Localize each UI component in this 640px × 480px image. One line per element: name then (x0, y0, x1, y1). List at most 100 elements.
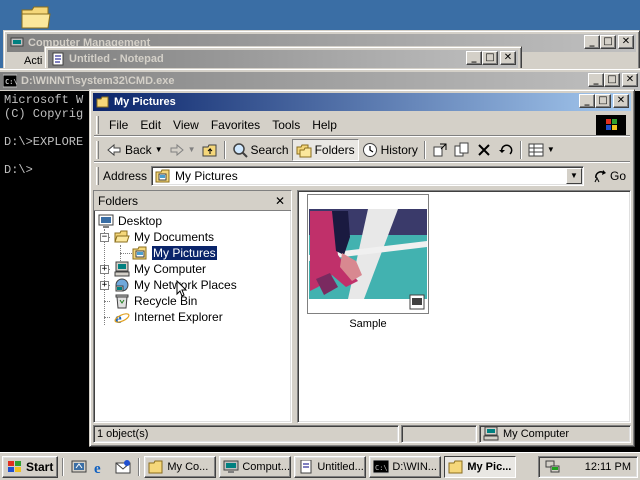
delete-button[interactable] (473, 139, 495, 161)
views-dropdown-icon[interactable]: ▼ (547, 145, 555, 154)
task-my-computer[interactable]: My Co... (144, 455, 217, 478)
views-button[interactable]: ▼ (525, 139, 558, 161)
windows-logo-icon (596, 115, 626, 135)
copy-to-button[interactable] (451, 139, 473, 161)
file-name-label[interactable]: Sample (307, 318, 429, 330)
tree-item-my-computer[interactable]: My Computer (114, 261, 206, 277)
network-tray-icon[interactable] (545, 460, 561, 474)
tree-item-internet-explorer[interactable]: e Internet Explorer (114, 309, 223, 325)
notepad-icon (300, 459, 312, 473)
views-icon (528, 143, 544, 156)
search-icon (232, 142, 248, 158)
standard-toolbar: Back ▼ ▼ Search Folders History ▼ (94, 138, 630, 162)
back-button[interactable]: Back ▼ (103, 139, 166, 161)
maximize-button[interactable]: □ (482, 51, 498, 65)
task-computer-management[interactable]: Comput... (219, 455, 292, 478)
menu-edit[interactable]: Edit (134, 116, 167, 134)
desktop-icon (98, 214, 114, 228)
partial-text: Acti (24, 55, 43, 67)
menu-tools[interactable]: Tools (266, 116, 306, 134)
address-input[interactable]: My Pictures ▼ (151, 166, 584, 186)
task-label: Untitled... (317, 460, 364, 473)
menu-help[interactable]: Help (306, 116, 343, 134)
tree-item-my-pictures[interactable]: My Pictures (132, 245, 218, 261)
ie-quicklaunch-icon[interactable]: e (93, 459, 109, 475)
status-object-count: 1 object(s) (93, 425, 399, 443)
expand-toggle[interactable]: + (100, 281, 109, 290)
addressbar-grip[interactable] (96, 167, 99, 185)
computer-icon (483, 427, 499, 441)
forward-dropdown-icon[interactable]: ▼ (188, 145, 196, 154)
my-pictures-window[interactable]: My Pictures _ □ ✕ File Edit View Favorit… (89, 89, 635, 447)
go-label: Go (609, 169, 626, 183)
maximize-button[interactable]: □ (604, 73, 620, 87)
cmd-icon: C:\ (373, 459, 390, 473)
close-button[interactable]: ✕ (618, 35, 634, 49)
status-bar: 1 object(s) My Computer (93, 423, 631, 443)
explorer-titlebar[interactable]: My Pictures (93, 93, 631, 111)
folder-icon (96, 96, 109, 108)
desktop-folder-icon[interactable] (20, 2, 52, 30)
task-cmd[interactable]: C:\ D:\WIN... (369, 455, 442, 478)
show-desktop-icon[interactable] (71, 459, 87, 475)
tree-item-desktop[interactable]: Desktop (98, 213, 162, 229)
move-to-button[interactable] (429, 139, 451, 161)
up-button[interactable] (199, 139, 221, 161)
tree-label: My Pictures (151, 245, 218, 261)
copy-to-icon (454, 142, 469, 156)
folders-button[interactable]: Folders (291, 138, 359, 161)
address-dropdown-button[interactable]: ▼ (565, 168, 582, 184)
back-label: Back (125, 142, 152, 157)
task-notepad[interactable]: Untitled... (294, 455, 367, 478)
cmd-titlebar[interactable]: C:\ D:\WINNT\system32\CMD.exe (0, 72, 640, 90)
ie-icon: e (114, 311, 130, 325)
folders-icon (296, 144, 312, 157)
folder-icon (448, 460, 463, 473)
minimize-button[interactable]: _ (588, 73, 604, 87)
close-button[interactable]: ✕ (613, 94, 629, 108)
folders-pane-title: Folders (98, 193, 139, 208)
start-button[interactable]: Start (2, 455, 59, 478)
maximize-button[interactable]: □ (600, 35, 616, 49)
menu-favorites[interactable]: Favorites (205, 116, 266, 134)
system-tray: 12:11 PM (538, 456, 638, 478)
forward-arrow-icon (170, 143, 184, 156)
task-my-pictures[interactable]: My Pic... (444, 455, 517, 478)
folders-pane[interactable]: Folders ✕ Desktop − My Documents My Pict… (93, 190, 292, 423)
tree-label: My Computer (134, 262, 207, 276)
toolbar-separator (423, 140, 426, 159)
history-button[interactable]: History (359, 139, 421, 161)
go-button[interactable]: Go (590, 166, 630, 186)
menu-file[interactable]: File (103, 116, 134, 134)
minimize-button[interactable]: _ (466, 51, 482, 65)
folder-tree[interactable]: Desktop − My Documents My Pictures + My … (94, 211, 291, 325)
tree-label: Internet Explorer (134, 310, 223, 324)
close-button[interactable]: ✕ (500, 51, 516, 65)
file-list-pane[interactable]: Sample (297, 190, 631, 423)
folder-icon (148, 460, 163, 473)
pictures-folder-icon (132, 246, 147, 260)
back-dropdown-icon[interactable]: ▼ (155, 145, 163, 154)
outlook-express-icon[interactable] (115, 459, 131, 475)
undo-button[interactable] (495, 139, 517, 161)
menubar-grip[interactable] (96, 115, 99, 134)
close-button[interactable]: ✕ (622, 73, 638, 87)
tree-item-my-documents[interactable]: My Documents (114, 229, 214, 245)
search-button[interactable]: Search (229, 139, 292, 161)
notepad-titlebar[interactable]: Untitled - Notepad (48, 50, 518, 68)
expand-toggle[interactable]: + (100, 265, 109, 274)
clock[interactable]: 12:11 PM (585, 461, 631, 473)
forward-button[interactable]: ▼ (166, 139, 199, 161)
toolbar-grip[interactable] (96, 140, 99, 159)
file-thumbnail-sample[interactable] (307, 194, 429, 314)
menu-view[interactable]: View (167, 116, 205, 134)
status-zone-label: My Computer (503, 428, 570, 440)
collapse-toggle[interactable]: − (100, 233, 109, 242)
notepad-icon (52, 52, 64, 66)
minimize-button[interactable]: _ (579, 94, 595, 108)
explorer-title: My Pictures (114, 96, 176, 108)
close-folders-pane-icon[interactable]: ✕ (275, 194, 285, 208)
maximize-button[interactable]: □ (595, 94, 611, 108)
cmd-icon: C:\ (3, 74, 17, 88)
minimize-button[interactable]: _ (584, 35, 600, 49)
